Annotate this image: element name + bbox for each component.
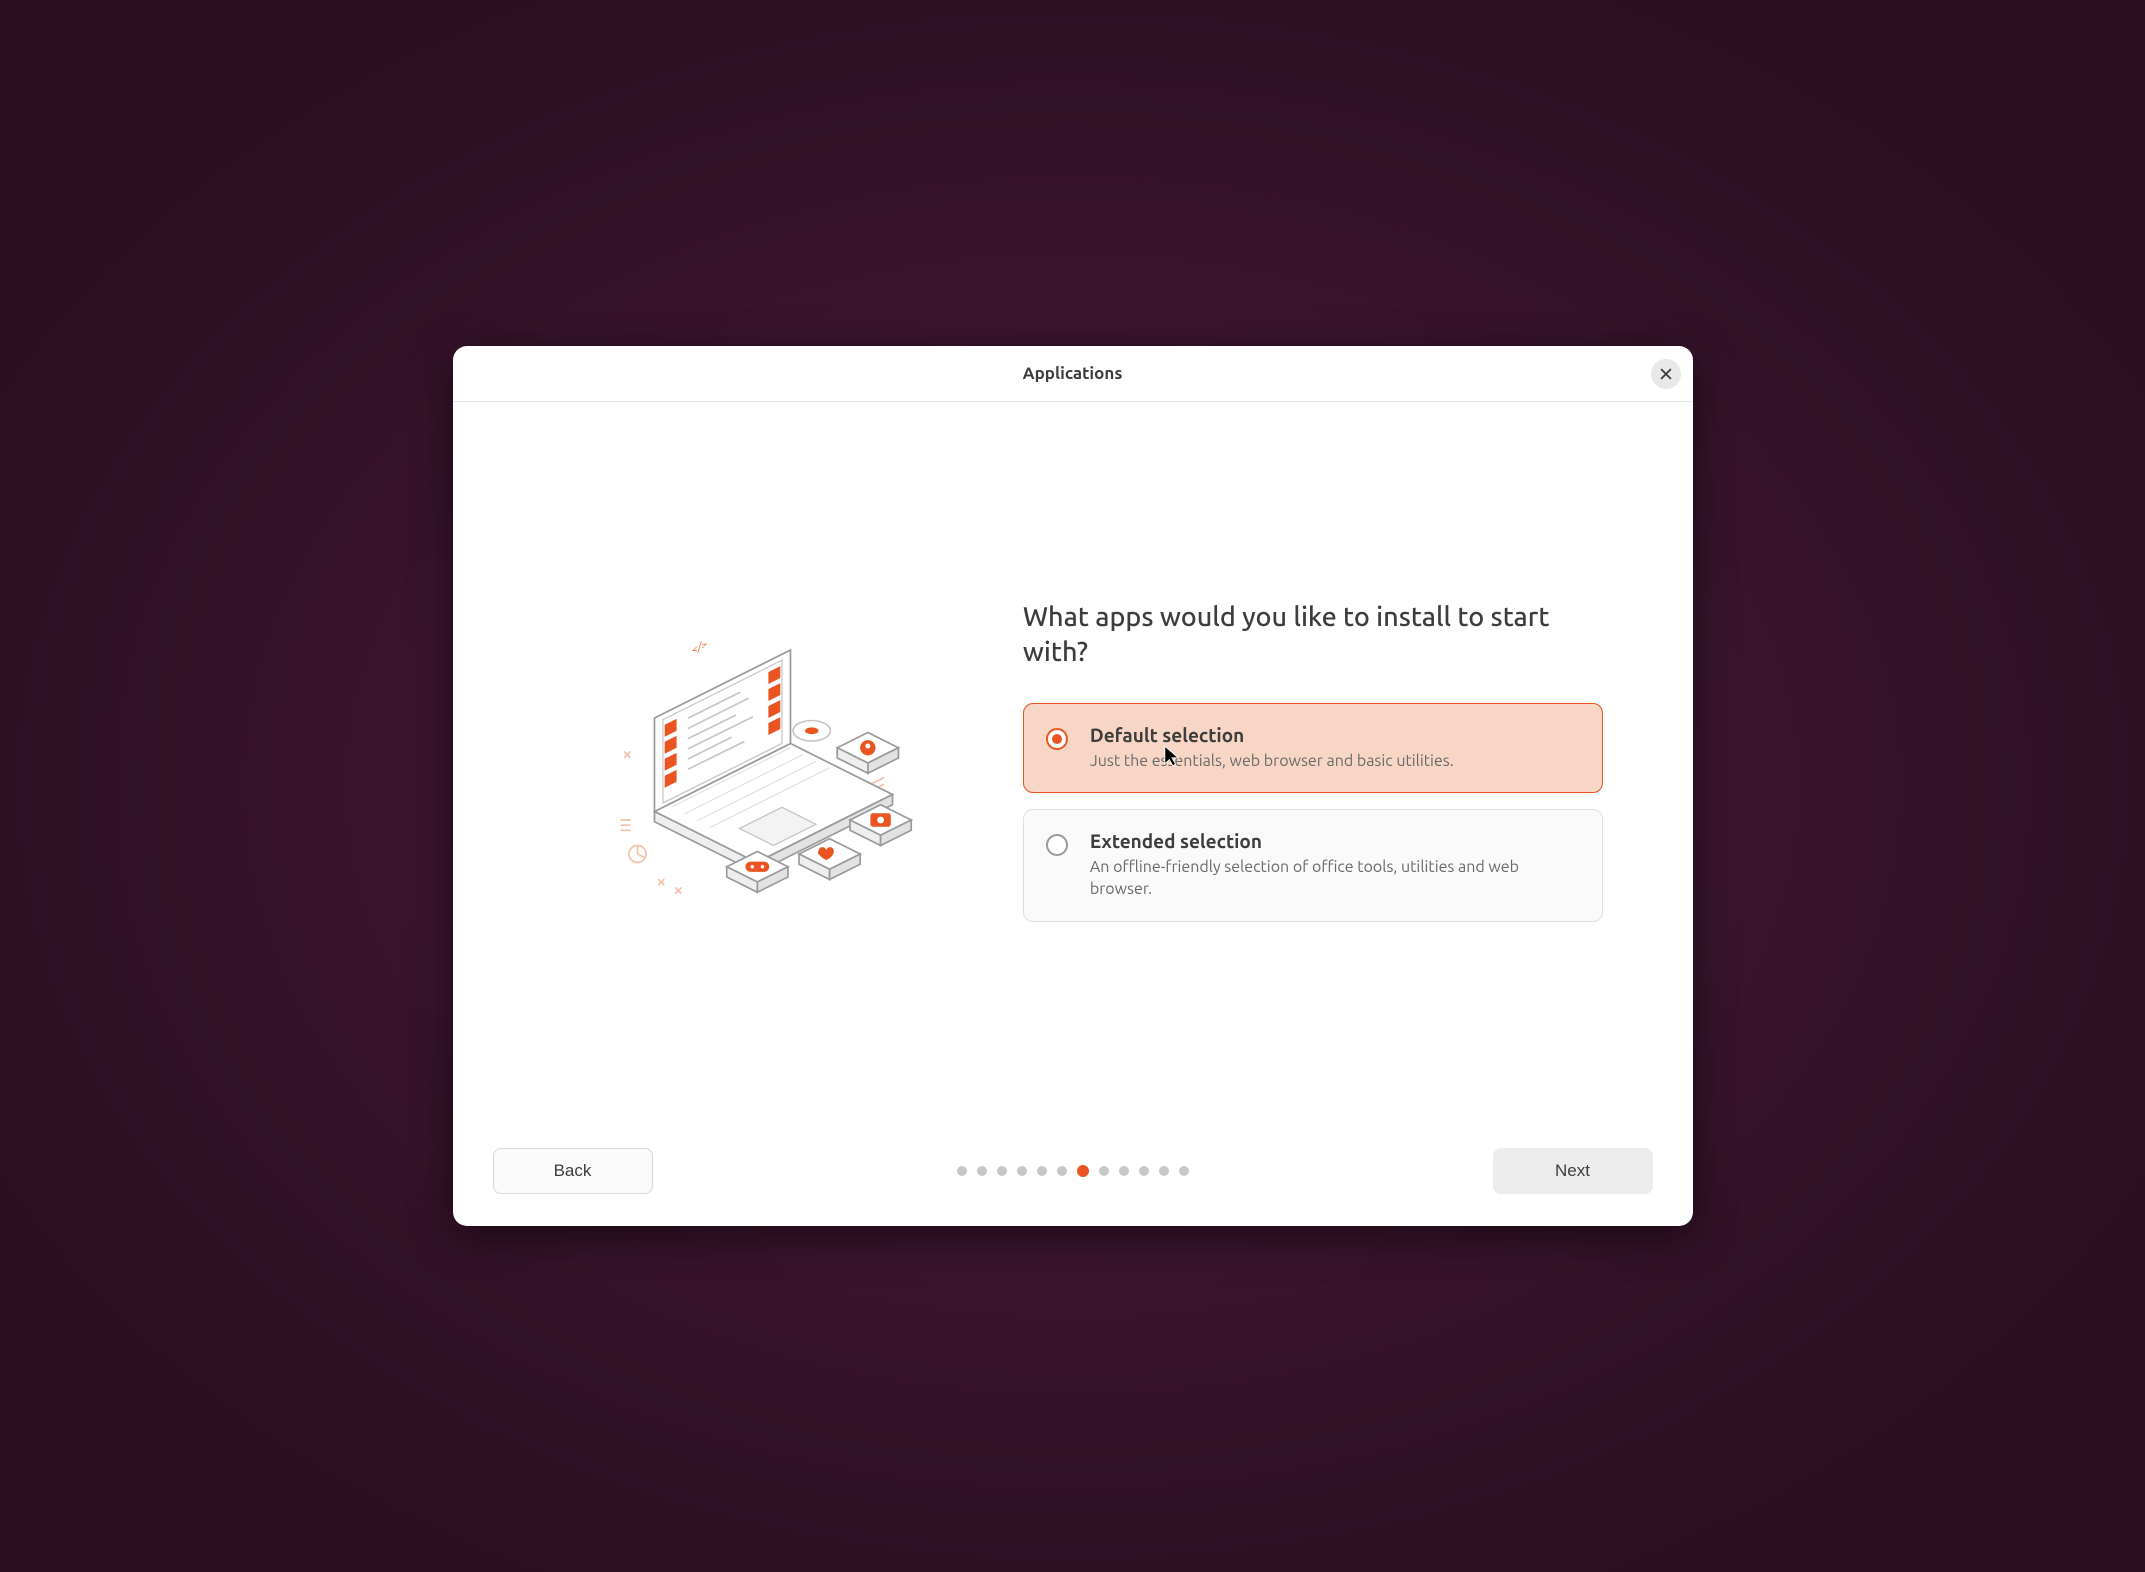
close-button[interactable] bbox=[1651, 359, 1681, 389]
radio-selected-icon bbox=[1046, 728, 1068, 750]
close-icon bbox=[1659, 367, 1673, 381]
titlebar: Applications bbox=[453, 346, 1693, 402]
radio-unselected-icon bbox=[1046, 834, 1068, 856]
illustration: </> bbox=[513, 616, 983, 922]
content-area: </> bbox=[453, 402, 1693, 1136]
question-heading: What apps would you like to install to s… bbox=[1023, 600, 1603, 670]
progress-dot bbox=[1017, 1166, 1027, 1176]
laptop-apps-illustration: </> bbox=[578, 616, 918, 922]
option-description: Just the essentials, web browser and bas… bbox=[1090, 750, 1580, 772]
option-text: Extended selection An offline-friendly s… bbox=[1090, 830, 1580, 901]
progress-dot bbox=[1139, 1166, 1149, 1176]
progress-dot bbox=[977, 1166, 987, 1176]
installer-window: Applications bbox=[453, 346, 1693, 1226]
progress-dots bbox=[957, 1165, 1189, 1177]
option-title: Default selection bbox=[1090, 724, 1580, 746]
next-button[interactable]: Next bbox=[1493, 1148, 1653, 1194]
option-title: Extended selection bbox=[1090, 830, 1580, 852]
progress-dot bbox=[1179, 1166, 1189, 1176]
progress-dot bbox=[1119, 1166, 1129, 1176]
footer: Back Next bbox=[453, 1136, 1693, 1226]
progress-dot bbox=[1057, 1166, 1067, 1176]
progress-dot bbox=[1159, 1166, 1169, 1176]
progress-dot bbox=[1099, 1166, 1109, 1176]
option-default-selection[interactable]: Default selection Just the essentials, w… bbox=[1023, 703, 1603, 793]
window-title: Applications bbox=[1023, 364, 1123, 383]
option-description: An offline-friendly selection of office … bbox=[1090, 856, 1580, 901]
progress-dot bbox=[957, 1166, 967, 1176]
progress-dot bbox=[997, 1166, 1007, 1176]
progress-dot bbox=[1037, 1166, 1047, 1176]
option-extended-selection[interactable]: Extended selection An offline-friendly s… bbox=[1023, 809, 1603, 922]
form-area: What apps would you like to install to s… bbox=[1023, 600, 1603, 937]
svg-text:</>: </> bbox=[692, 638, 707, 657]
option-text: Default selection Just the essentials, w… bbox=[1090, 724, 1580, 772]
progress-dot bbox=[1077, 1165, 1089, 1177]
back-button[interactable]: Back bbox=[493, 1148, 653, 1194]
